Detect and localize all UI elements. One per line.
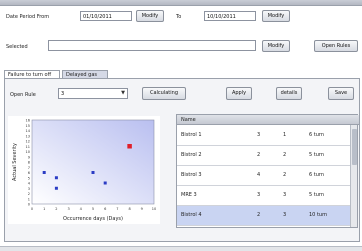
data-point[interactable] bbox=[42, 171, 46, 174]
modify-from-button[interactable]: Modify bbox=[136, 10, 164, 22]
column-header-name[interactable]: Name bbox=[181, 117, 196, 123]
selected-label: Selected bbox=[6, 44, 28, 50]
row-value-1-cell: 3 bbox=[257, 192, 261, 198]
table-scroll-thumb[interactable] bbox=[352, 129, 357, 165]
x-tick-label: 0 bbox=[31, 207, 33, 211]
modify-selected-button[interactable]: Modify bbox=[262, 40, 290, 52]
x-tick-label: 6 bbox=[104, 207, 106, 211]
highlight-data-point[interactable] bbox=[127, 144, 132, 149]
data-point[interactable] bbox=[54, 176, 58, 180]
row-value-3-cell: 6 turn bbox=[309, 132, 325, 138]
table-row[interactable]: Bistrol 2 2 2 5 turn bbox=[177, 146, 351, 166]
window-horizontal-scrollbar[interactable] bbox=[0, 246, 362, 251]
row-value-1-cell: 2 bbox=[257, 152, 261, 158]
table-row[interactable]: Bistrol 4 2 3 10 turn bbox=[177, 206, 351, 226]
x-tick-label: 7 bbox=[116, 207, 118, 211]
y-tick-label: 11 bbox=[26, 145, 30, 149]
tab-delayed-gas[interactable]: Delayed gas bbox=[62, 70, 108, 78]
y-tick-label: 0 bbox=[28, 203, 30, 207]
row-value-2-cell: 2 bbox=[283, 172, 287, 178]
data-point[interactable] bbox=[54, 186, 58, 190]
y-tick-label: 13 bbox=[26, 134, 30, 138]
tab-failure-to-turn-off[interactable]: Failure to turn off bbox=[4, 70, 60, 78]
rule-dropdown[interactable]: 3 ▼ bbox=[58, 88, 128, 99]
y-tick-label: 8 bbox=[28, 161, 30, 165]
y-tick-label: 4 bbox=[28, 182, 31, 186]
table-row[interactable]: MRE 3 3 3 5 turn bbox=[177, 186, 351, 206]
row-value-1-cell: 4 bbox=[257, 172, 261, 178]
y-tick-label: 2 bbox=[28, 192, 30, 196]
apply-button[interactable]: Apply bbox=[226, 87, 252, 100]
row-value-3-cell: 5 turn bbox=[309, 152, 325, 158]
y-tick-label: 14 bbox=[26, 129, 31, 133]
row-name-cell: Bistrol 3 bbox=[181, 172, 202, 178]
window-titlebar bbox=[0, 0, 362, 6]
x-tick-label: 3 bbox=[67, 207, 69, 211]
modify-to-button[interactable]: Modify bbox=[262, 10, 290, 22]
row-value-3-cell: 5 turn bbox=[309, 192, 325, 198]
details-button[interactable]: details bbox=[276, 87, 302, 100]
y-tick-label: 15 bbox=[26, 124, 30, 128]
x-axis-label: Occurrence days (Days) bbox=[63, 216, 123, 222]
row-value-2-cell: 3 bbox=[283, 192, 287, 198]
scatter-chart-svg: 012345678910111213141516 0 1 2 3 4 5 6 7 8 9 10 Ac… bbox=[12, 119, 156, 223]
y-tick-label: 1 bbox=[28, 197, 30, 201]
chevron-down-icon[interactable]: ▼ bbox=[120, 90, 126, 97]
y-tick-label: 3 bbox=[28, 187, 30, 191]
row-value-1-cell: 2 bbox=[257, 212, 261, 218]
y-tick-label: 9 bbox=[28, 155, 30, 159]
selected-input[interactable] bbox=[48, 40, 256, 51]
table-row[interactable]: Bistrol 1 3 1 6 turn bbox=[177, 126, 351, 146]
x-tick-label: 4 bbox=[80, 207, 83, 211]
date-from-input[interactable]: 01/10/2011 bbox=[80, 11, 132, 21]
row-name-cell: Bistrol 1 bbox=[181, 132, 202, 138]
y-tick-label: 7 bbox=[28, 166, 30, 170]
x-tick-label: 1 bbox=[43, 207, 45, 211]
scatter-chart: 0 1 2 3 4 5 6 7 8 9 10 11 12 13 14 15 16 0 1 2 3 4 5 6 7 8 9 10 Ac… bbox=[8, 116, 160, 224]
date-to-label: To bbox=[176, 14, 182, 20]
calculate-button[interactable]: Calculating bbox=[142, 87, 186, 100]
data-point[interactable] bbox=[103, 181, 107, 185]
row-value-3-cell: 10 turn bbox=[309, 212, 328, 218]
row-value-2-cell: 3 bbox=[283, 212, 287, 218]
row-value-2-cell: 2 bbox=[283, 152, 287, 158]
y-tick-label: 10 bbox=[26, 150, 30, 154]
plot-area bbox=[31, 119, 155, 205]
rule-dropdown-value: 3 bbox=[61, 91, 65, 97]
row-value-1-cell: 3 bbox=[257, 132, 261, 138]
x-tick-label: 5 bbox=[92, 207, 94, 211]
y-tick-label: 6 bbox=[28, 171, 30, 175]
save-button[interactable]: Save bbox=[328, 87, 354, 100]
y-tick-label: 12 bbox=[26, 140, 30, 144]
y-tick-label: 5 bbox=[28, 176, 30, 180]
table-header: Name bbox=[177, 115, 359, 125]
data-point[interactable] bbox=[91, 171, 95, 174]
date-to-input[interactable]: 10/10/2011 bbox=[204, 11, 256, 21]
row-value-2-cell: 1 bbox=[283, 132, 287, 138]
x-tick-label: 2 bbox=[55, 207, 57, 211]
results-table: Name Bistrol 1316 turn Bistrol 2225 turn B… bbox=[176, 114, 359, 228]
table-vertical-scrollbar[interactable] bbox=[350, 125, 357, 227]
x-tick-label: 10 bbox=[152, 207, 156, 211]
y-tick-label: 16 bbox=[26, 119, 30, 123]
row-value-3-cell: 6 turn bbox=[309, 172, 325, 178]
x-tick-label: 9 bbox=[141, 207, 143, 211]
row-name-cell: Bistrol 4 bbox=[181, 212, 202, 218]
x-tick-label: 8 bbox=[128, 207, 130, 211]
open-rules-button[interactable]: Open Rules bbox=[314, 40, 358, 52]
rule-label: Open Rule bbox=[10, 92, 36, 98]
table-row[interactable]: Bistrol 3 4 2 6 turn bbox=[177, 166, 351, 186]
row-name-cell: MRE 3 bbox=[181, 192, 197, 198]
y-axis-label: Actual Severity bbox=[12, 143, 18, 181]
date-from-label: Date Period From bbox=[6, 14, 50, 20]
row-name-cell: Bistrol 2 bbox=[181, 152, 202, 158]
